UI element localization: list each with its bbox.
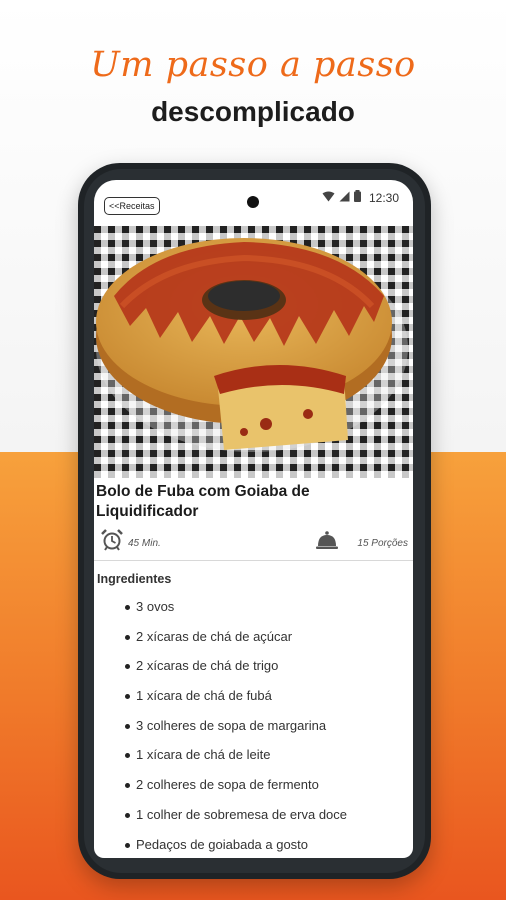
ingredient-item: 2 colheres de sopa de fermento: [94, 770, 413, 800]
status-time: 12:30: [368, 190, 399, 205]
bullet-icon: [125, 664, 130, 670]
ingredient-item: 3 ovos: [94, 592, 413, 622]
section-divider: [94, 560, 413, 561]
recipe-title: Bolo de Fuba com Goiaba de Liquidificado…: [96, 483, 310, 520]
bullet-icon: [125, 753, 130, 759]
alarm-clock-icon: [101, 529, 123, 551]
bullet-icon: [125, 694, 130, 700]
bullet-icon: [125, 842, 130, 848]
bullet-icon: [125, 605, 130, 610]
ingredient-item: 3 colheres de sopa de margarina: [94, 711, 413, 741]
phone-screen: <<Receitas 12:30 Bolo de Fuba com Goiaba…: [94, 180, 413, 858]
status-icons: 12:30: [322, 190, 399, 205]
promo-headline: Um passo a passo: [90, 45, 416, 85]
recipe-meta: 45 Min. 15 Porções: [94, 526, 413, 556]
signal-icon: [339, 191, 350, 205]
ingredient-item: Pedaços de goiabada a gosto: [94, 830, 413, 859]
recipe-photo: [94, 226, 413, 478]
bullet-icon: [125, 783, 130, 789]
ingredients-list: 3 ovos 2 xícaras de chá de açúcar 2 xíca…: [94, 592, 413, 858]
bullet-icon: [125, 634, 130, 640]
ingredient-item: 1 colher de sobremesa de erva doce: [94, 800, 413, 830]
wifi-icon: [322, 191, 335, 205]
recipe-servings: 15 Porções: [357, 538, 408, 549]
bullet-icon: [125, 812, 130, 818]
ingredients-heading: Ingredientes: [97, 572, 172, 586]
bullet-icon: [125, 723, 130, 729]
front-camera: [247, 196, 259, 208]
promo-subheadline: descomplicado: [151, 96, 355, 127]
ingredient-item: 2 xícaras de chá de trigo: [94, 651, 413, 681]
ingredient-item: 1 xícara de chá de fubá: [94, 681, 413, 711]
status-bar: <<Receitas 12:30: [94, 180, 413, 226]
back-to-recipes-button[interactable]: <<Receitas: [104, 197, 160, 215]
recipe-time: 45 Min.: [128, 538, 161, 549]
ingredient-item: 1 xícara de chá de leite: [94, 740, 413, 770]
ingredient-item: 2 xícaras de chá de açúcar: [94, 622, 413, 652]
battery-icon: [353, 190, 361, 205]
serving-cloche-icon: [316, 531, 338, 549]
